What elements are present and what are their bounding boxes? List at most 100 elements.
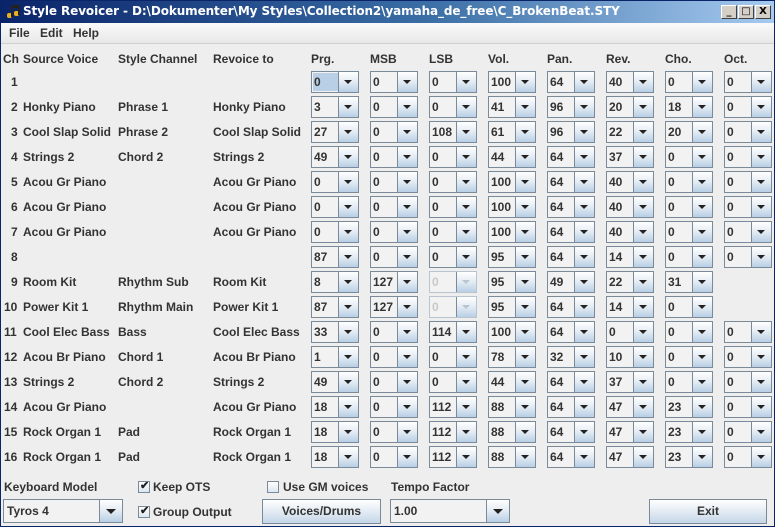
cho-select[interactable]: 23 <box>665 396 713 418</box>
chevron-down-icon[interactable] <box>397 297 417 317</box>
pan-select[interactable]: 64 <box>547 421 595 443</box>
chevron-down-icon[interactable] <box>751 172 771 192</box>
cho-select[interactable]: 0 <box>665 221 713 243</box>
title-bar[interactable]: Style Revoicer - D:\Dokumenter\My Styles… <box>1 1 774 23</box>
chevron-down-icon[interactable] <box>397 97 417 117</box>
chevron-down-icon[interactable] <box>633 347 653 367</box>
chevron-down-icon[interactable] <box>456 172 476 192</box>
oct-select[interactable]: 0 <box>724 421 772 443</box>
chevron-down-icon[interactable] <box>486 500 509 522</box>
chevron-down-icon[interactable] <box>751 97 771 117</box>
pan-select[interactable]: 64 <box>547 196 595 218</box>
chevron-down-icon[interactable] <box>456 247 476 267</box>
chevron-down-icon[interactable] <box>574 347 594 367</box>
menu-file[interactable]: File <box>9 26 30 40</box>
chevron-down-icon[interactable] <box>574 222 594 242</box>
prg-select[interactable]: 0 <box>311 171 359 193</box>
chevron-down-icon[interactable] <box>515 347 535 367</box>
chevron-down-icon[interactable] <box>574 247 594 267</box>
chevron-down-icon[interactable] <box>338 147 358 167</box>
vol-select[interactable]: 88 <box>488 396 536 418</box>
chevron-down-icon[interactable] <box>574 297 594 317</box>
prg-select[interactable]: 18 <box>311 396 359 418</box>
chevron-down-icon[interactable] <box>751 347 771 367</box>
chevron-down-icon[interactable] <box>456 372 476 392</box>
chevron-down-icon[interactable] <box>692 97 712 117</box>
msb-select[interactable]: 127 <box>370 271 418 293</box>
chevron-down-icon[interactable] <box>751 222 771 242</box>
chevron-down-icon[interactable] <box>397 72 417 92</box>
tempo-factor-select[interactable]: 1.00 <box>390 499 510 523</box>
msb-select[interactable]: 0 <box>370 171 418 193</box>
chevron-down-icon[interactable] <box>633 147 653 167</box>
menu-edit[interactable]: Edit <box>40 26 63 40</box>
msb-select[interactable]: 0 <box>370 421 418 443</box>
chevron-down-icon[interactable] <box>574 447 594 467</box>
vol-select[interactable]: 61 <box>488 121 536 143</box>
rev-select[interactable]: 40 <box>606 171 654 193</box>
chevron-down-icon[interactable] <box>515 122 535 142</box>
chevron-down-icon[interactable] <box>515 322 535 342</box>
msb-select[interactable]: 0 <box>370 346 418 368</box>
chevron-down-icon[interactable] <box>633 372 653 392</box>
lsb-select[interactable]: 0 <box>429 221 477 243</box>
chevron-down-icon[interactable] <box>633 247 653 267</box>
oct-select[interactable]: 0 <box>724 96 772 118</box>
lsb-select[interactable]: 108 <box>429 121 477 143</box>
chevron-down-icon[interactable] <box>574 272 594 292</box>
pan-select[interactable]: 64 <box>547 221 595 243</box>
lsb-select[interactable]: 112 <box>429 446 477 468</box>
msb-select[interactable]: 0 <box>370 121 418 143</box>
rev-select[interactable]: 37 <box>606 371 654 393</box>
msb-select[interactable]: 0 <box>370 396 418 418</box>
prg-select[interactable]: 87 <box>311 296 359 318</box>
chevron-down-icon[interactable] <box>515 422 535 442</box>
chevron-down-icon[interactable] <box>574 97 594 117</box>
pan-select[interactable]: 64 <box>547 396 595 418</box>
chevron-down-icon[interactable] <box>692 222 712 242</box>
prg-select[interactable]: 33 <box>311 321 359 343</box>
rev-select[interactable]: 47 <box>606 421 654 443</box>
chevron-down-icon[interactable] <box>633 72 653 92</box>
pan-select[interactable]: 96 <box>547 96 595 118</box>
chevron-down-icon[interactable] <box>338 172 358 192</box>
vol-select[interactable]: 88 <box>488 421 536 443</box>
chevron-down-icon[interactable] <box>515 272 535 292</box>
prg-select[interactable]: 18 <box>311 446 359 468</box>
msb-select[interactable]: 0 <box>370 196 418 218</box>
group-output-checkbox[interactable]: ✔ <box>138 505 150 518</box>
chevron-down-icon[interactable] <box>456 147 476 167</box>
vol-select[interactable]: 44 <box>488 146 536 168</box>
chevron-down-icon[interactable] <box>338 322 358 342</box>
vol-select[interactable]: 88 <box>488 446 536 468</box>
chevron-down-icon[interactable] <box>397 372 417 392</box>
pan-select[interactable]: 96 <box>547 121 595 143</box>
chevron-down-icon[interactable] <box>633 297 653 317</box>
lsb-select[interactable]: 112 <box>429 396 477 418</box>
chevron-down-icon[interactable] <box>515 247 535 267</box>
lsb-select[interactable]: 0 <box>429 96 477 118</box>
chevron-down-icon[interactable] <box>692 147 712 167</box>
chevron-down-icon[interactable] <box>515 372 535 392</box>
chevron-down-icon[interactable] <box>515 447 535 467</box>
chevron-down-icon[interactable] <box>397 172 417 192</box>
msb-select[interactable]: 127 <box>370 296 418 318</box>
chevron-down-icon[interactable] <box>397 422 417 442</box>
exit-button[interactable]: Exit <box>649 499 767 524</box>
chevron-down-icon[interactable] <box>456 197 476 217</box>
prg-select[interactable]: 0 <box>311 221 359 243</box>
rev-select[interactable]: 37 <box>606 146 654 168</box>
chevron-down-icon[interactable] <box>397 122 417 142</box>
chevron-down-icon[interactable] <box>515 222 535 242</box>
chevron-down-icon[interactable] <box>692 397 712 417</box>
vol-select[interactable]: 100 <box>488 171 536 193</box>
chevron-down-icon[interactable] <box>633 122 653 142</box>
chevron-down-icon[interactable] <box>633 322 653 342</box>
msb-select[interactable]: 0 <box>370 146 418 168</box>
chevron-down-icon[interactable] <box>456 447 476 467</box>
pan-select[interactable]: 64 <box>547 446 595 468</box>
chevron-down-icon[interactable] <box>751 147 771 167</box>
chevron-down-icon[interactable] <box>751 422 771 442</box>
vol-select[interactable]: 95 <box>488 271 536 293</box>
chevron-down-icon[interactable] <box>99 500 122 522</box>
